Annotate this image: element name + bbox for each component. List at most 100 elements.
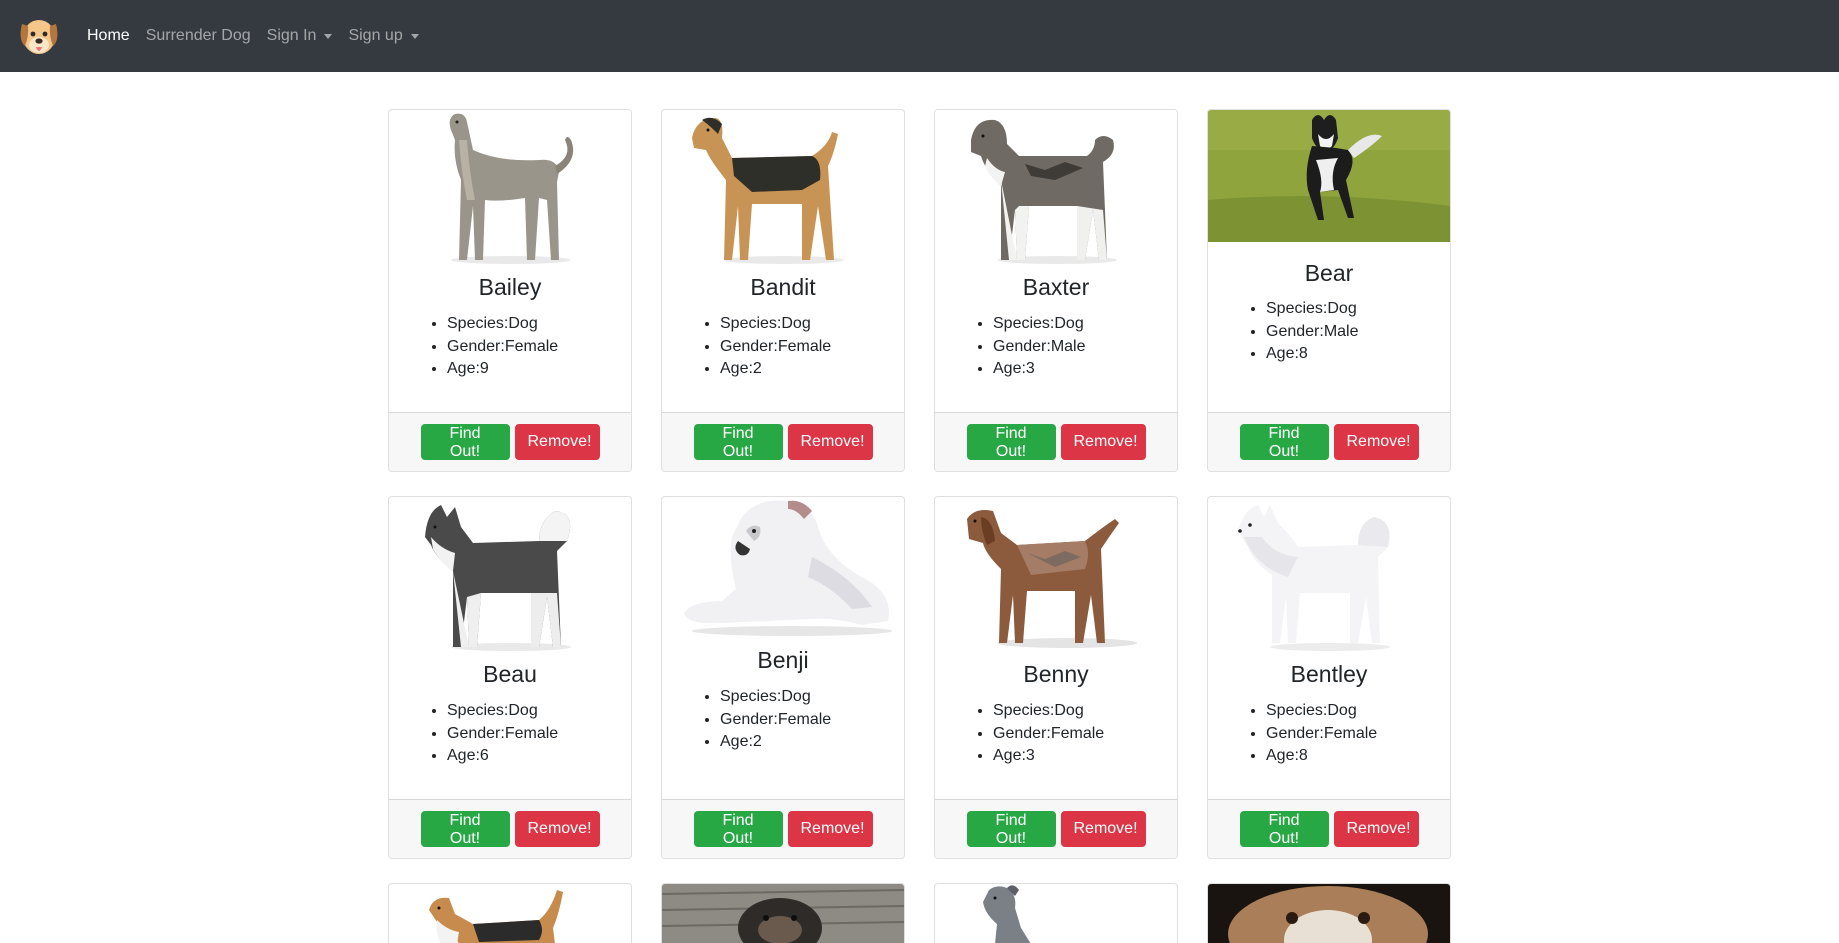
american-eskimo-dog-icon (1238, 505, 1390, 651)
dog-card: Benji Species:Dog Gender:Female Age:2 Fi… (661, 496, 905, 859)
dog-species: Species:Dog (720, 686, 831, 709)
caret-down-icon (324, 33, 333, 39)
dog-gender: Gender:Male (993, 336, 1086, 359)
find-out-button[interactable]: Find Out! (693, 424, 783, 460)
airedale-terrier-icon (692, 117, 844, 264)
card-footer: Find Out! Remove! (389, 412, 631, 471)
dog-card: Bailey Species:Dog Gender:Female Age:9 F… (388, 109, 632, 472)
dog-species: Species:Dog (720, 313, 831, 336)
find-out-button[interactable]: Find Out! (420, 811, 510, 847)
dog-card: Beau Species:Dog Gender:Female Age:6 Fin… (388, 496, 632, 859)
dog-name: Baxter (1022, 274, 1090, 300)
boxer-face-photo (1208, 884, 1450, 943)
remove-button[interactable]: Remove! (787, 811, 873, 847)
afghan-hound-icon (449, 113, 574, 264)
husky-on-grass-photo (1208, 110, 1450, 242)
dog-card: Baxter Species:Dog Gender:Male Age:3 Fin… (934, 109, 1178, 472)
dog-gender: Gender:Female (720, 709, 831, 732)
dog-species: Species:Dog (993, 313, 1086, 336)
nav-home[interactable]: Home (87, 27, 130, 45)
dog-card: Benny Species:Dog Gender:Female Age:3 Fi… (934, 496, 1178, 859)
remove-button[interactable]: Remove! (514, 424, 600, 460)
dog-card (661, 883, 905, 943)
nav-sign-up-dropdown[interactable]: Sign up (348, 27, 419, 45)
dog-age: Age:2 (720, 731, 831, 754)
navbar: Home Surrender Dog Sign In Sign up (0, 0, 1839, 72)
dog-card-grid: Bailey Species:Dog Gender:Female Age:9 F… (388, 109, 1451, 943)
nav-surrender-dog[interactable]: Surrender Dog (146, 27, 251, 45)
dog-name: Bailey (478, 274, 542, 300)
card-footer: Find Out! Remove! (935, 799, 1177, 858)
dog-card: Bentley Species:Dog Gender:Female Age:8 … (1207, 496, 1451, 859)
dog-species: Species:Dog (993, 700, 1104, 723)
dog-name: Bear (1304, 260, 1354, 286)
dog-gender: Gender:Female (447, 723, 558, 746)
dog-age: Age:2 (720, 358, 831, 381)
beagle-icon (429, 890, 563, 943)
remove-button[interactable]: Remove! (1333, 424, 1419, 460)
find-out-button[interactable]: Find Out! (420, 424, 510, 460)
card-footer: Find Out! Remove! (662, 799, 904, 858)
dog-age: Age:3 (993, 358, 1086, 381)
dog-facts: Species:Dog Gender:Male Age:8 (1266, 298, 1359, 366)
dog-card (388, 883, 632, 943)
english-coonhound-icon (967, 510, 1137, 648)
dog-gender: Gender:Female (993, 723, 1104, 746)
dog-species: Species:Dog (447, 700, 558, 723)
dog-gender: Gender:Female (720, 336, 831, 359)
remove-button[interactable]: Remove! (1060, 424, 1146, 460)
dog-gender: Gender:Female (447, 336, 558, 359)
remove-button[interactable]: Remove! (514, 811, 600, 847)
dog-facts: Species:Dog Gender:Female Age:6 (447, 700, 558, 768)
nav-surrender-dog-label: Surrender Dog (145, 27, 251, 44)
dog-card: Bear Species:Dog Gender:Male Age:8 Find … (1207, 109, 1451, 472)
akita-icon (971, 119, 1117, 264)
dog-name: Benny (1023, 661, 1089, 687)
find-out-button[interactable]: Find Out! (966, 811, 1056, 847)
alaskan-malamute-icon (425, 505, 571, 651)
dog-facts: Species:Dog Gender:Female Age:8 (1266, 700, 1377, 768)
dog-card (934, 883, 1178, 943)
find-out-button[interactable]: Find Out! (1239, 424, 1329, 460)
find-out-button[interactable]: Find Out! (693, 811, 783, 847)
dog-facts: Species:Dog Gender:Female Age:9 (447, 313, 558, 381)
nav-home-label: Home (87, 27, 130, 44)
remove-button[interactable]: Remove! (787, 424, 873, 460)
dog-facts: Species:Dog Gender:Female Age:2 (720, 313, 831, 381)
dog-card: Bandit Species:Dog Gender:Female Age:2 F… (661, 109, 905, 472)
dog-species: Species:Dog (1266, 298, 1359, 321)
dog-card (1207, 883, 1451, 943)
card-footer: Find Out! Remove! (1208, 799, 1450, 858)
card-footer: Find Out! Remove! (389, 799, 631, 858)
dog-gender: Gender:Male (1266, 321, 1359, 344)
american-bulldog-icon (684, 500, 892, 636)
nav-sign-up-label: Sign up (348, 27, 403, 44)
remove-button[interactable]: Remove! (1060, 811, 1146, 847)
dog-name: Bandit (750, 274, 816, 300)
dog-age: Age:8 (1266, 745, 1377, 768)
card-footer: Find Out! Remove! (662, 412, 904, 471)
nav-sign-in-dropdown[interactable]: Sign In (267, 27, 333, 45)
dog-age: Age:8 (1266, 343, 1359, 366)
dog-name: Beau (483, 661, 537, 687)
card-footer: Find Out! Remove! (935, 412, 1177, 471)
dog-facts: Species:Dog Gender:Female Age:3 (993, 700, 1104, 768)
find-out-button[interactable]: Find Out! (1239, 811, 1329, 847)
caret-down-icon (410, 33, 419, 39)
card-footer: Find Out! Remove! (1208, 412, 1450, 471)
dog-name: Benji (757, 647, 809, 673)
dog-logo-icon[interactable] (15, 12, 63, 60)
dog-age: Age:3 (993, 745, 1104, 768)
dog-facts: Species:Dog Gender:Male Age:3 (993, 313, 1086, 381)
dog-age: Age:6 (447, 745, 558, 768)
puppy-on-deck-photo (662, 884, 904, 943)
dog-gender: Gender:Female (1266, 723, 1377, 746)
pit-bull-icon (983, 885, 1031, 943)
remove-button[interactable]: Remove! (1333, 811, 1419, 847)
dog-species: Species:Dog (447, 313, 558, 336)
dog-facts: Species:Dog Gender:Female Age:2 (720, 686, 831, 754)
dog-age: Age:9 (447, 358, 558, 381)
dog-species: Species:Dog (1266, 700, 1377, 723)
dog-name: Bentley (1290, 661, 1368, 687)
find-out-button[interactable]: Find Out! (966, 424, 1056, 460)
